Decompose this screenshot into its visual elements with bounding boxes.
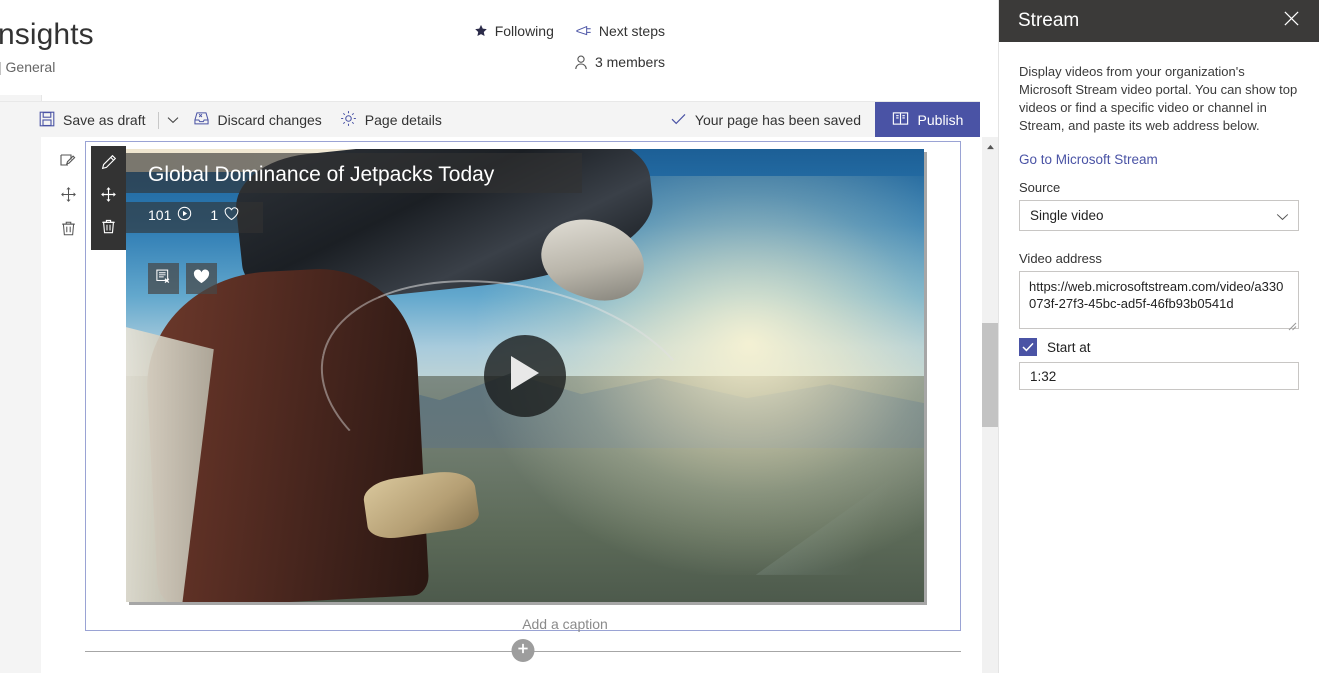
discard-tray-icon: [193, 111, 210, 129]
video-like-count: 1: [210, 206, 239, 224]
save-status: Your page has been saved: [671, 112, 875, 128]
page-header: nsights | General Following Next steps 3…: [0, 0, 980, 95]
webpart-toolbar: [91, 146, 126, 250]
members-label: 3 members: [594, 54, 665, 70]
rail-webpart-tools: [53, 146, 83, 248]
command-bar: Save as draft Discard changes Page detai…: [0, 101, 980, 138]
like-video-button[interactable]: [186, 263, 217, 294]
discard-changes-label: Discard changes: [217, 112, 322, 128]
video-address-value: https://web.microsoftstream.com/video/a3…: [1029, 279, 1284, 311]
rail-edit-webpart-button[interactable]: [53, 146, 83, 180]
video-stats-overlay: 101 1: [126, 202, 264, 233]
breadcrumb: | General: [0, 59, 56, 75]
pencil-page-icon: [59, 152, 77, 175]
members-button[interactable]: 3 members: [574, 54, 665, 70]
page-details-button[interactable]: Page details: [331, 102, 451, 138]
save-as-draft-button[interactable]: Save as draft: [30, 102, 155, 138]
source-field-label: Source: [1019, 180, 1061, 195]
plus-icon: [517, 642, 530, 660]
header-actions: Following Next steps 3 members: [455, 18, 665, 75]
move-arrows-icon: [100, 186, 117, 208]
publish-button[interactable]: Publish: [875, 102, 980, 138]
following-button[interactable]: Following: [474, 23, 554, 39]
megaphone-icon: [576, 24, 592, 38]
panel-title: Stream: [1018, 10, 1080, 31]
page-canvas: Global Dominance of Jetpacks Today 101 1: [41, 137, 982, 673]
checkmark-icon: [671, 112, 686, 128]
panel-header: Stream: [999, 0, 1319, 42]
play-triangle-icon: [508, 354, 542, 397]
canvas-section[interactable]: Global Dominance of Jetpacks Today 101 1: [60, 141, 961, 632]
panel-description: Display videos from your organization's …: [1019, 64, 1298, 133]
canvas-scrollbar[interactable]: [982, 137, 998, 673]
play-circle-icon: [177, 206, 192, 224]
stream-video-webpart[interactable]: Global Dominance of Jetpacks Today 101 1: [126, 149, 924, 632]
discard-changes-button[interactable]: Discard changes: [184, 102, 331, 138]
panel-body: Display videos from your organization's …: [999, 42, 1319, 390]
start-at-value: 1:32: [1030, 368, 1057, 384]
source-dropdown-value: Single video: [1030, 208, 1104, 223]
edit-webpart-button[interactable]: [91, 149, 126, 181]
caret-up-icon: [986, 137, 995, 155]
save-options-caret[interactable]: [162, 102, 184, 138]
save-status-label: Your page has been saved: [694, 112, 861, 128]
command-bar-divider: [157, 111, 159, 129]
chevron-down-icon: [1276, 201, 1289, 232]
add-section-area: [85, 639, 961, 663]
gear-icon: [340, 110, 357, 130]
video-title-overlay: Global Dominance of Jetpacks Today: [126, 153, 582, 193]
rail-move-webpart-button[interactable]: [53, 180, 83, 214]
next-steps-button[interactable]: Next steps: [576, 23, 665, 39]
delete-webpart-button[interactable]: [91, 213, 126, 245]
move-arrows-icon: [60, 186, 77, 208]
video-address-input[interactable]: https://web.microsoftstream.com/video/a3…: [1019, 271, 1299, 331]
start-at-input[interactable]: 1:32: [1019, 362, 1299, 390]
left-rail-strip: [0, 95, 42, 673]
rail-delete-webpart-button[interactable]: [53, 214, 83, 248]
resize-grip-icon[interactable]: [1288, 318, 1297, 331]
following-label: Following: [494, 23, 554, 39]
scrollbar-thumb[interactable]: [982, 323, 998, 427]
source-dropdown[interactable]: Single video: [1019, 200, 1299, 231]
save-as-draft-label: Save as draft: [63, 112, 146, 128]
video-action-buttons: [148, 263, 217, 294]
video-title: Global Dominance of Jetpacks Today: [148, 163, 495, 186]
person-icon: [574, 55, 588, 70]
move-webpart-button[interactable]: [91, 181, 126, 213]
close-panel-button[interactable]: [1277, 7, 1305, 35]
trash-icon: [60, 220, 77, 242]
like-count-value: 1: [210, 207, 219, 223]
page-title: nsights: [0, 18, 94, 51]
scrollbar-up-button[interactable]: [982, 137, 998, 154]
closed-captions-off-button[interactable]: [148, 263, 179, 294]
chevron-down-icon: [167, 111, 179, 129]
trash-icon: [100, 218, 117, 240]
video-view-count: 101: [148, 206, 192, 224]
publish-book-icon: [892, 111, 909, 129]
start-at-label: Start at: [1047, 339, 1091, 355]
add-section-button[interactable]: [511, 639, 535, 662]
publish-label: Publish: [917, 112, 964, 128]
closed-captions-off-icon: [155, 268, 172, 290]
video-address-field-label: Video address: [1019, 251, 1102, 266]
view-count-value: 101: [148, 207, 172, 223]
save-disk-icon: [39, 111, 55, 130]
start-at-checkbox-row[interactable]: Start at: [1019, 338, 1299, 356]
page-details-label: Page details: [364, 112, 442, 128]
next-steps-label: Next steps: [598, 23, 665, 39]
stream-property-panel: Stream Display videos from your organiza…: [998, 0, 1319, 673]
heart-filled-icon: [193, 268, 210, 289]
play-button[interactable]: [484, 334, 566, 417]
star-icon: [474, 24, 488, 38]
heart-outline-icon: [224, 206, 239, 224]
go-to-microsoft-stream-link[interactable]: Go to Microsoft Stream: [1019, 152, 1158, 167]
start-at-checkbox[interactable]: [1019, 338, 1037, 356]
video-frame[interactable]: Global Dominance of Jetpacks Today 101 1: [126, 149, 924, 602]
pencil-icon: [100, 154, 117, 176]
close-icon: [1283, 10, 1300, 32]
video-caption-input[interactable]: Add a caption: [166, 616, 964, 632]
